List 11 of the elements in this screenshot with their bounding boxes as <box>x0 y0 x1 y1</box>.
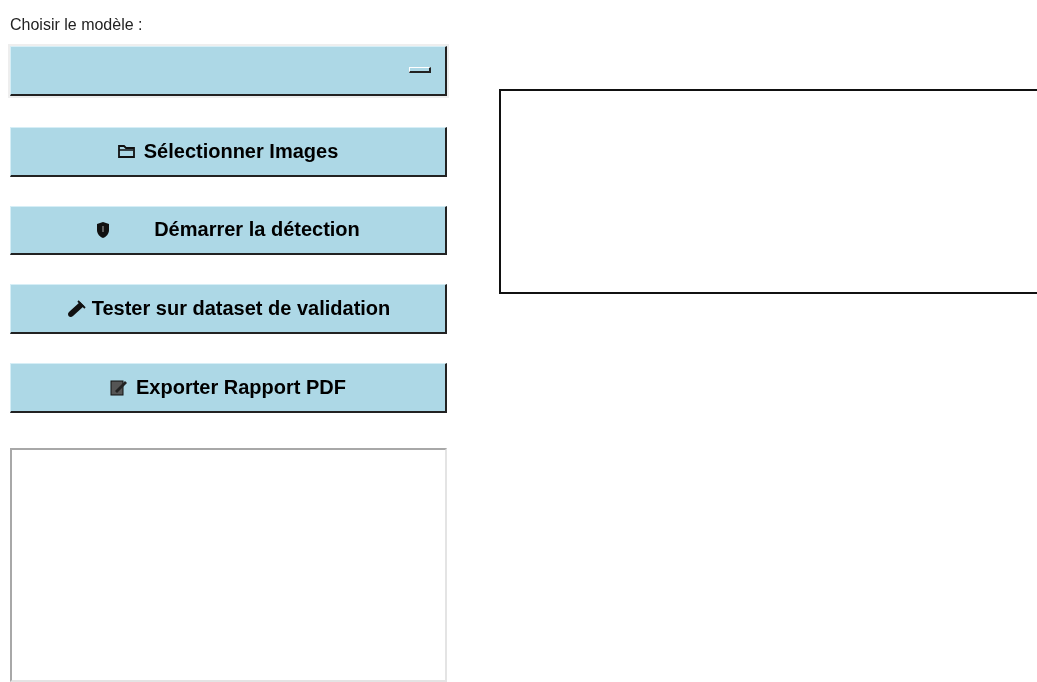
action-button[interactable]: Démarrer la détection <box>10 205 447 256</box>
model-label: Choisir le modèle : <box>10 16 143 34</box>
shield-icon <box>96 220 111 239</box>
test-tube-icon <box>65 299 86 318</box>
folder-icon <box>117 143 136 160</box>
action-button[interactable]: Exporter Rapport PDF <box>10 363 447 413</box>
note-icon <box>110 378 128 397</box>
dropdown-indicator-icon <box>409 67 431 74</box>
action-button[interactable]: Tester sur dataset de validation <box>10 284 447 335</box>
model-dropdown[interactable] <box>10 46 447 96</box>
action-button[interactable]: Sélectionner Images <box>10 126 447 177</box>
